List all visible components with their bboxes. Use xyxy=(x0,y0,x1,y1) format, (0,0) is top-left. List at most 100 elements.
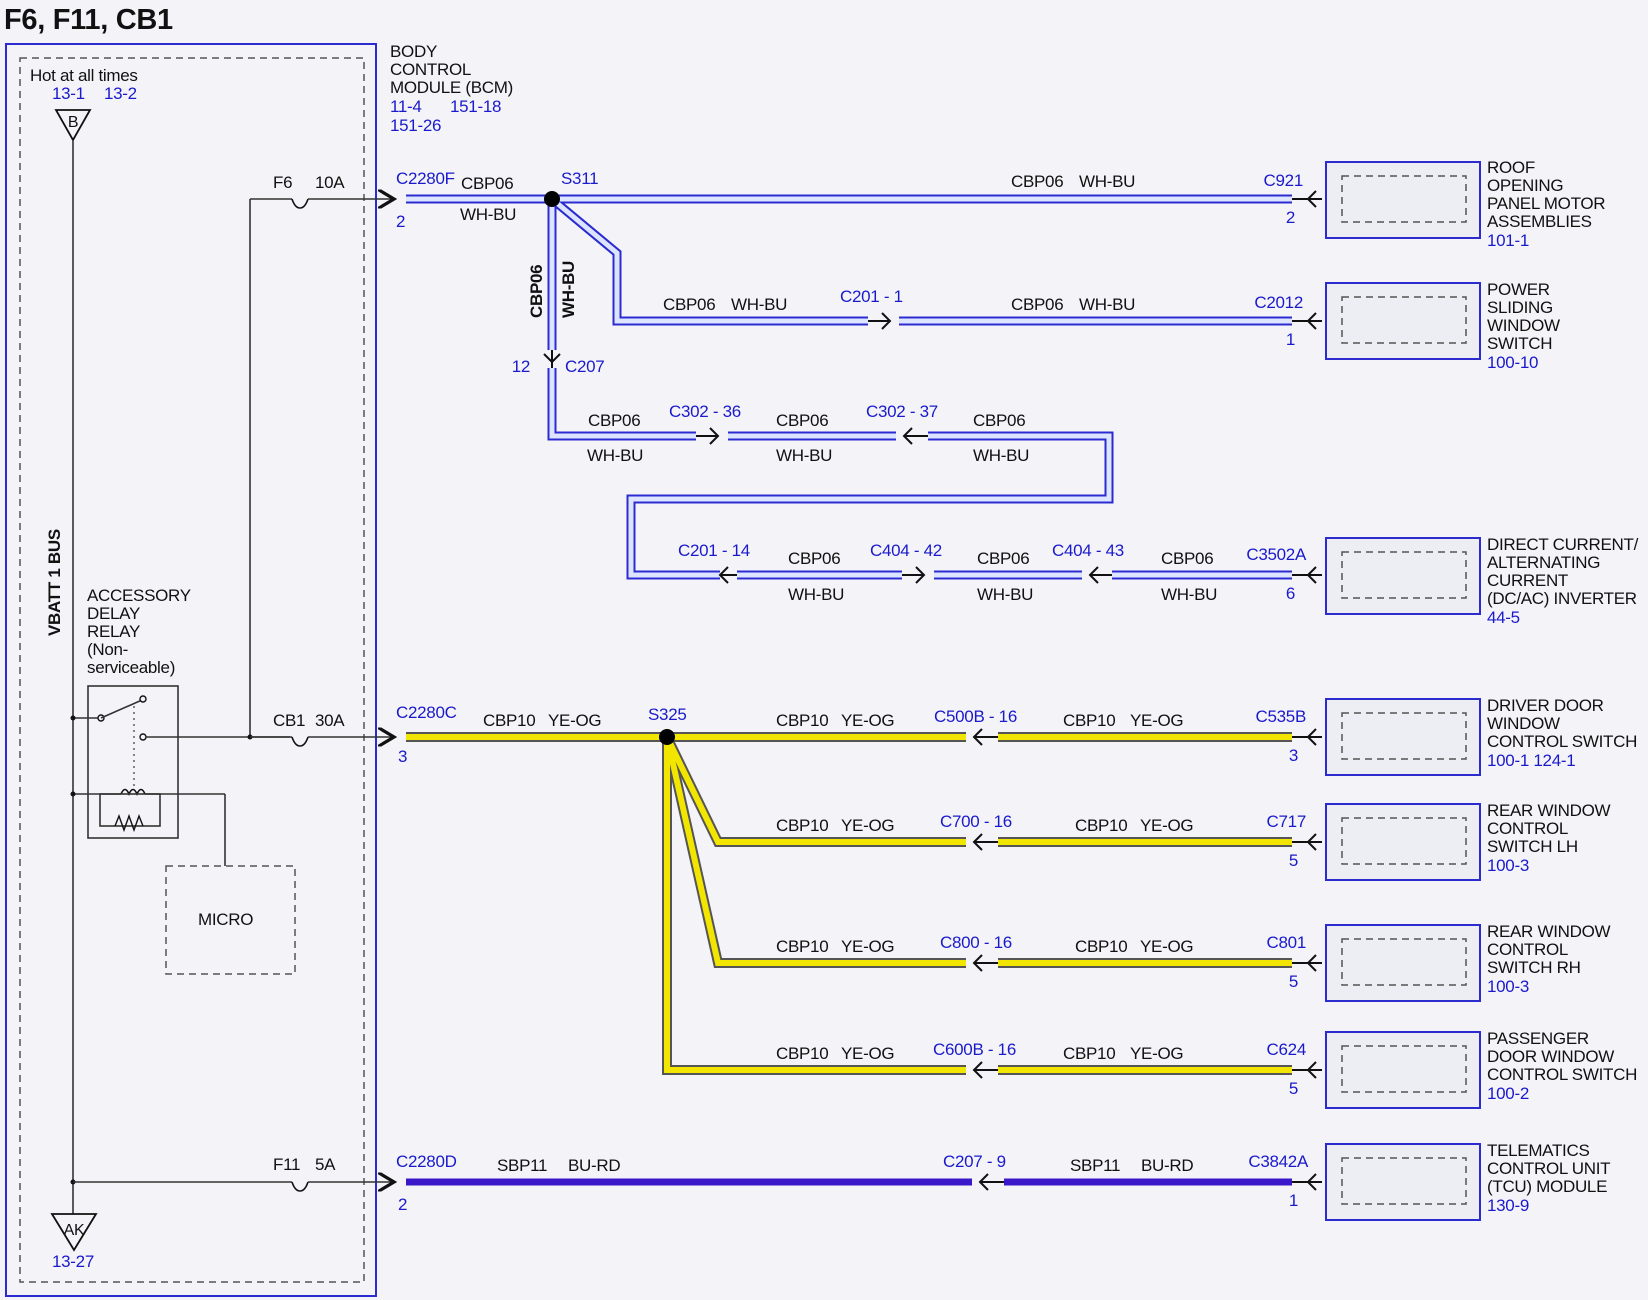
svg-text:13-1: 13-1 xyxy=(52,84,85,103)
splice-s325 xyxy=(659,729,675,745)
svg-text:C3502A: C3502A xyxy=(1246,545,1307,564)
svg-text:(Non-: (Non- xyxy=(87,640,128,659)
svg-text:10A: 10A xyxy=(315,173,345,192)
svg-text:SLIDING: SLIDING xyxy=(1487,298,1553,317)
svg-text:RELAY: RELAY xyxy=(87,622,140,641)
component-dc-ac-inverter: DIRECT CURRENT/ ALTERNATING CURRENT (DC/… xyxy=(1487,535,1639,627)
vbatt-bus-label: VBATT 1 BUS xyxy=(45,529,64,636)
svg-text:SBP11: SBP11 xyxy=(1070,1156,1120,1175)
svg-text:2: 2 xyxy=(398,1195,407,1214)
svg-text:101-1: 101-1 xyxy=(1487,231,1529,250)
fuse-f11: F11 5A xyxy=(73,1155,394,1192)
svg-text:WH-BU: WH-BU xyxy=(460,205,516,224)
svg-text:C404 - 42: C404 - 42 xyxy=(870,541,942,560)
wire-cbp10-group xyxy=(406,732,1292,1075)
svg-text:3: 3 xyxy=(1289,746,1298,765)
svg-text:S311: S311 xyxy=(561,169,598,188)
svg-text:CBP06: CBP06 xyxy=(461,174,513,193)
svg-text:C302 - 37: C302 - 37 xyxy=(866,402,938,421)
svg-text:CBP10: CBP10 xyxy=(1063,711,1115,730)
terminal-ak: AK 13-27 xyxy=(50,1213,98,1271)
cbp06-wire-labels: CBP06 WH-BU CBP06 WH-BU CBP06 WH-BU CBP0… xyxy=(460,172,1217,604)
svg-text:2: 2 xyxy=(396,212,405,231)
svg-text:CBP06: CBP06 xyxy=(527,265,546,318)
svg-text:AK: AK xyxy=(64,1222,85,1239)
svg-text:100-10: 100-10 xyxy=(1487,353,1538,372)
component-boxes xyxy=(1325,161,1481,1221)
svg-text:44-5: 44-5 xyxy=(1487,608,1520,627)
svg-text:151-18: 151-18 xyxy=(450,97,501,116)
svg-text:CBP10: CBP10 xyxy=(1075,937,1127,956)
svg-text:CBP06: CBP06 xyxy=(776,411,828,430)
svg-text:SWITCH LH: SWITCH LH xyxy=(1487,837,1578,856)
svg-text:B: B xyxy=(68,114,78,131)
svg-text:PANEL MOTOR: PANEL MOTOR xyxy=(1487,194,1605,213)
svg-text:CONTROL SWITCH: CONTROL SWITCH xyxy=(1487,732,1637,751)
diagram-title: F6, F11, CB1 xyxy=(4,4,173,36)
svg-text:SWITCH: SWITCH xyxy=(1487,334,1552,353)
wire-cbp06-group xyxy=(406,194,1292,580)
svg-text:C2280F: C2280F xyxy=(396,169,455,188)
svg-text:YE-OG: YE-OG xyxy=(1130,1044,1183,1063)
svg-text:CBP06: CBP06 xyxy=(588,411,640,430)
svg-text:C921: C921 xyxy=(1264,171,1303,190)
svg-text:BU-RD: BU-RD xyxy=(568,1156,620,1175)
svg-text:CBP10: CBP10 xyxy=(776,711,828,730)
svg-text:CONTROL SWITCH: CONTROL SWITCH xyxy=(1487,1065,1637,1084)
svg-text:100-2: 100-2 xyxy=(1487,1084,1529,1103)
svg-text:CONTROL: CONTROL xyxy=(1487,940,1568,959)
svg-text:C201 - 14: C201 - 14 xyxy=(678,541,750,560)
svg-text:C600B - 16: C600B - 16 xyxy=(933,1040,1016,1059)
svg-text:DOOR WINDOW: DOOR WINDOW xyxy=(1487,1047,1614,1066)
wiring-diagram: F6, F11, CB1 BODY CONTROL MODULE (BCM) 1… xyxy=(4,4,1639,1297)
svg-text:CURRENT: CURRENT xyxy=(1487,571,1568,590)
svg-text:BU-RD: BU-RD xyxy=(1141,1156,1193,1175)
svg-text:YE-OG: YE-OG xyxy=(1140,816,1193,835)
svg-text:CBP06: CBP06 xyxy=(788,549,840,568)
svg-text:C801: C801 xyxy=(1267,933,1306,952)
svg-text:CBP10: CBP10 xyxy=(1075,816,1127,835)
component-tcu-module: TELEMATICS CONTROL UNIT (TCU) MODULE 130… xyxy=(1487,1141,1611,1215)
svg-text:151-26: 151-26 xyxy=(390,116,441,135)
svg-text:CBP06: CBP06 xyxy=(973,411,1025,430)
svg-text:5: 5 xyxy=(1289,972,1298,991)
svg-text:WH-BU: WH-BU xyxy=(587,446,643,465)
svg-text:100-1 124-1: 100-1 124-1 xyxy=(1487,751,1575,770)
micro-label: MICRO xyxy=(198,910,253,929)
svg-text:CBP06: CBP06 xyxy=(1161,549,1213,568)
cbp10-wire-labels: CBP10 YE-OG CBP10 YE-OG CBP10 YE-OG CBP1… xyxy=(483,711,1194,1063)
bcm-label: BODY CONTROL MODULE (BCM) 11-4 151-18 15… xyxy=(390,42,513,135)
svg-text:6: 6 xyxy=(1286,584,1295,603)
svg-text:ROOF: ROOF xyxy=(1487,158,1535,177)
svg-text:SWITCH RH: SWITCH RH xyxy=(1487,958,1581,977)
svg-text:WH-BU: WH-BU xyxy=(977,585,1033,604)
svg-text:C2280D: C2280D xyxy=(396,1152,457,1171)
component-roof-opening-panel: ROOF OPENING PANEL MOTOR ASSEMBLIES 101-… xyxy=(1487,158,1606,250)
svg-text:C800 - 16: C800 - 16 xyxy=(940,933,1012,952)
svg-text:11-4: 11-4 xyxy=(390,97,422,116)
accessory-delay-relay: ACCESSORY DELAY RELAY (Non- serviceable)… xyxy=(73,586,296,975)
svg-text:DIRECT CURRENT/: DIRECT CURRENT/ xyxy=(1487,535,1639,554)
svg-text:YE-OG: YE-OG xyxy=(1130,711,1183,730)
svg-text:YE-OG: YE-OG xyxy=(1140,937,1193,956)
svg-text:DELAY: DELAY xyxy=(87,604,140,623)
svg-text:F11: F11 xyxy=(273,1155,300,1174)
svg-text:YE-OG: YE-OG xyxy=(548,711,601,730)
svg-text:F6: F6 xyxy=(273,173,292,192)
svg-text:ACCESSORY: ACCESSORY xyxy=(87,586,191,605)
component-connector-labels: C921 2 C2012 1 C3502A 6 C535B 3 C717 5 C… xyxy=(1246,171,1309,1210)
svg-text:CBP06: CBP06 xyxy=(1011,295,1063,314)
svg-text:WH-BU: WH-BU xyxy=(973,446,1029,465)
svg-text:WH-BU: WH-BU xyxy=(1079,295,1135,314)
component-passenger-door-window-switch: PASSENGER DOOR WINDOW CONTROL SWITCH 100… xyxy=(1487,1029,1637,1103)
splice-s311 xyxy=(544,191,560,207)
svg-text:CBP10: CBP10 xyxy=(1063,1044,1115,1063)
svg-text:WINDOW: WINDOW xyxy=(1487,316,1560,335)
svg-text:CBP10: CBP10 xyxy=(776,1044,828,1063)
component-driver-door-window-switch: DRIVER DOOR WINDOW CONTROL SWITCH 100-1 … xyxy=(1487,696,1637,770)
svg-text:5A: 5A xyxy=(315,1155,336,1174)
svg-text:C717: C717 xyxy=(1267,812,1306,831)
svg-text:CBP06: CBP06 xyxy=(977,549,1029,568)
svg-text:WH-BU: WH-BU xyxy=(788,585,844,604)
svg-text:CONTROL: CONTROL xyxy=(1487,819,1568,838)
